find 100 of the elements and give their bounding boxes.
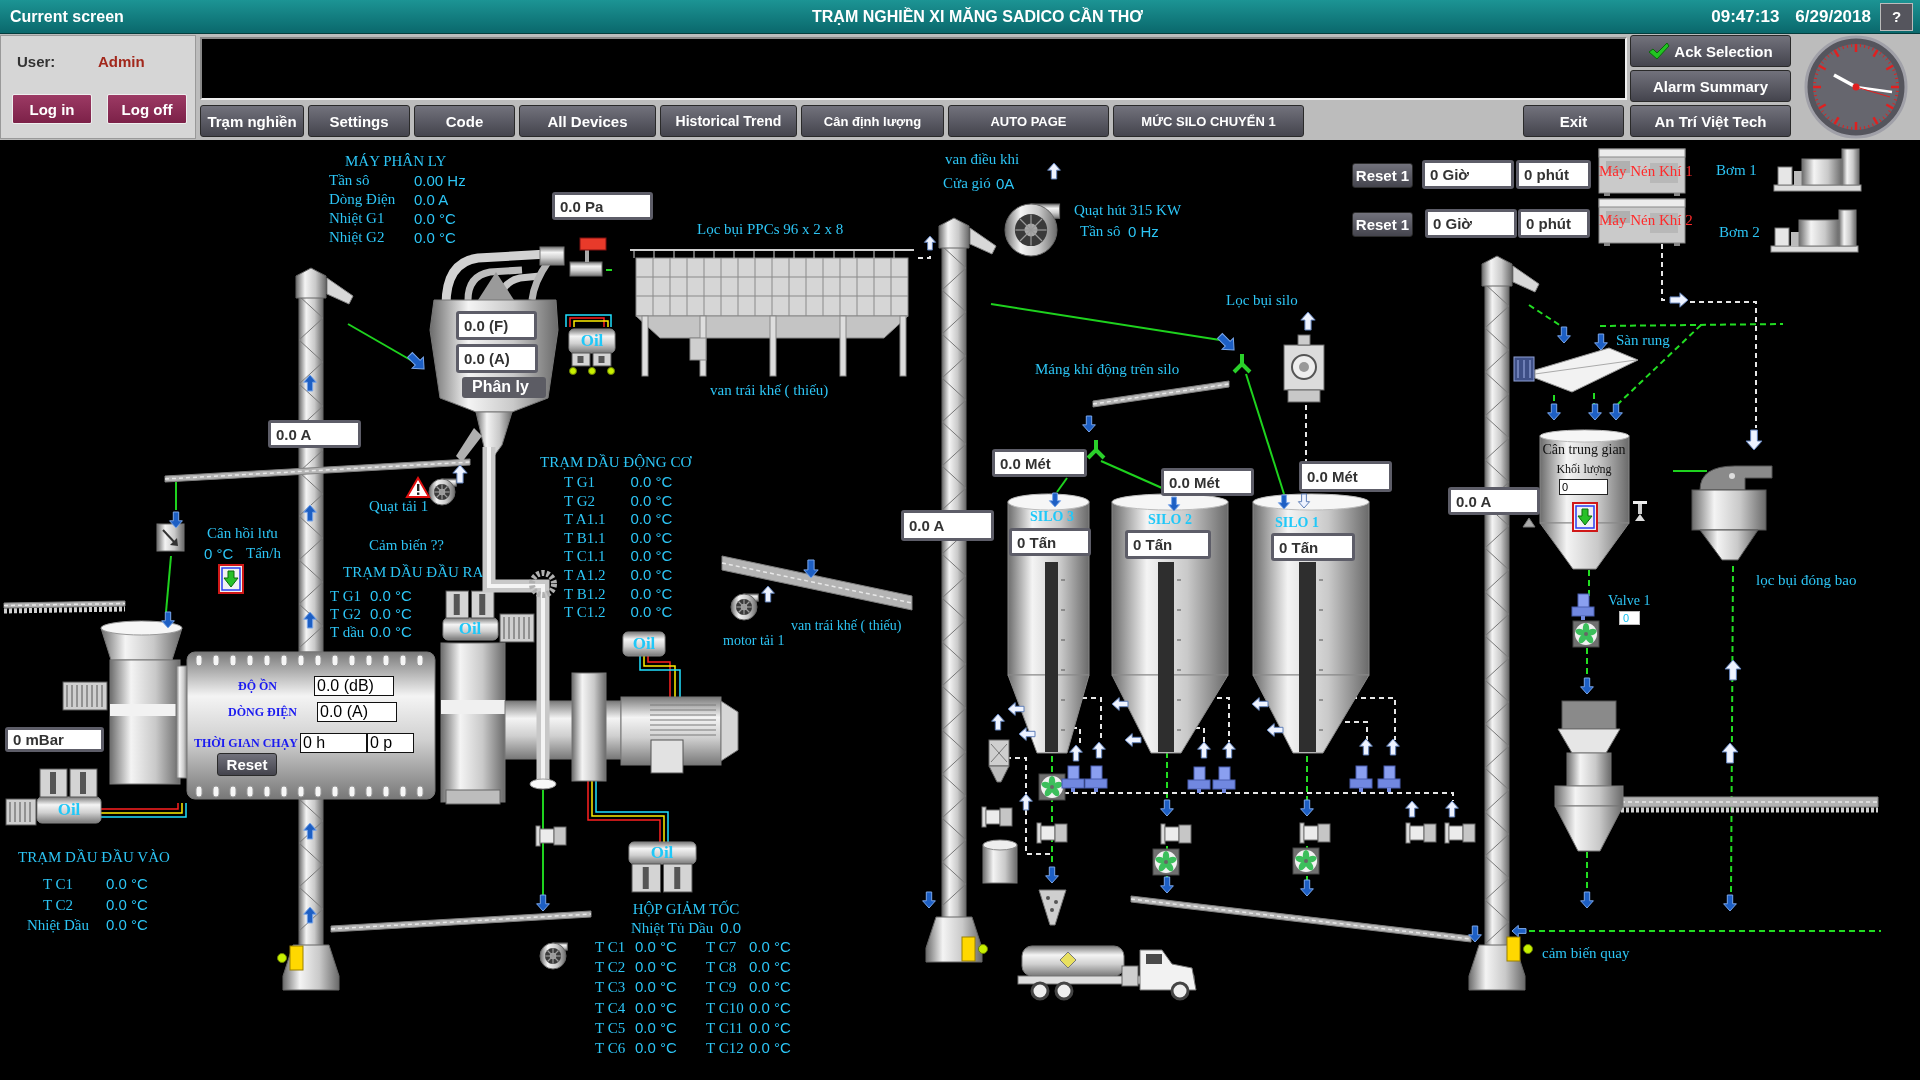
current-field: 0.0 A [268,420,361,448]
current-field: 0.0 (A) [317,702,397,722]
readout-label: T dầu [330,623,365,641]
user-name: Admin [98,52,145,70]
oil-unit [622,631,666,657]
alarm-summary-button[interactable]: Alarm Summary [1630,70,1791,102]
arrow-down-icon [1082,415,1096,433]
hours-field: 0 h [300,733,367,753]
flow-line [1056,477,1068,493]
height-field: 0.0 Mét [992,449,1087,477]
readout-value: 0.0 °C [106,915,148,935]
readout-value: 0.0 °C [635,1017,677,1038]
readout-value: 0.0 °C [630,603,673,622]
exit-button[interactable]: Exit [1523,105,1624,137]
arrow-up-icon [1069,744,1083,762]
logoff-button[interactable]: Log off [107,94,187,124]
readout-label: T G1 [330,587,361,605]
equipment-label: van trái khế ( thiếu) [710,382,829,400]
nav-button[interactable]: AUTO PAGE [948,105,1109,137]
arrow-left-icon [1018,727,1036,741]
readout-value: 0.0 °C [630,510,673,529]
arrow-up-icon [1019,793,1033,811]
fan-icon [1152,848,1180,876]
readout-label: Nhiệt Dầu [26,916,90,935]
equipment-label: Cảm biến ?? [369,537,444,555]
oil-label: Oil [57,800,81,820]
arrow-down-icon [1594,333,1608,351]
equipment-label: van trái khế ( thiếu) [791,617,902,635]
company-button[interactable]: An Trí Việt Tech [1630,105,1791,137]
arrow-down-icon [1167,496,1181,512]
fan-icon [1572,620,1600,648]
tank [982,839,1018,884]
compressor-label: Máy Nén Khí 2 [1599,212,1693,230]
ack-button[interactable]: Ack Selection [1630,35,1791,67]
arrow-down-icon [1160,876,1174,894]
nav-button[interactable]: Cân định lượng [801,105,944,137]
flow-line [1306,755,1308,801]
current-field: 0.0 A [1448,487,1540,515]
readout-label: T C6 [595,1039,626,1058]
readout-label: T C3 [595,978,626,998]
diverter-icon [156,523,185,552]
reset-button[interactable]: Reset [217,753,277,776]
readout-label: Dòng Điện [329,190,396,209]
nav-button[interactable]: Settings [308,105,410,137]
unit-label: Tấn/h [246,545,281,563]
current-field: 0.0 (A) [456,344,538,373]
help-button[interactable]: ? [1880,2,1913,31]
minutes-field: 0 phút [1518,209,1590,238]
separator-label: Phân ly [472,378,529,396]
scale-label: Cân hồi lưu [207,525,278,543]
readout-value: 0 °C [204,545,234,563]
readout-value: 0.0 °C [630,491,673,511]
readout-label: T C1.2 [564,603,606,622]
dust-collector [1283,334,1325,403]
splitter-icon [1086,438,1106,460]
arrow-down-icon [1547,403,1561,421]
valve-icon [1036,822,1068,844]
nav-button[interactable]: MỨC SILO CHUYỂN 1 [1113,105,1304,137]
arrow-up-icon [303,504,317,522]
nav-button[interactable]: Historical Trend [660,105,797,137]
equipment-label: Sàn rung [1616,332,1670,350]
readout-label: Tần sô [1080,223,1121,241]
readout-label: DÒNG ĐIỆN [228,704,297,720]
weight-field: 0 Tấn [1009,528,1091,556]
oil-line [639,655,681,698]
arrow-up-icon [991,713,1005,731]
panel-title: MÁY PHÂN LY [345,152,448,171]
readout-value: 0.0 °C [749,977,791,998]
arrow-down-icon [922,891,936,909]
reset-button[interactable]: Reset 1 [1352,163,1413,188]
readout-value: 0.0 °C [630,584,673,604]
arrow-down-icon [1723,894,1737,912]
valve-icon [1084,765,1108,792]
reset-button[interactable]: Reset 1 [1352,212,1413,237]
equipment-label: motor tải 1 [723,632,785,650]
readout-value: 0.0 °C [749,937,791,957]
arrow-up-icon [303,611,317,629]
nav-button[interactable]: Code [414,105,515,137]
compressor-label: Máy Nén Khí 1 [1599,163,1693,181]
download-icon [218,564,244,594]
readout-label: THỜI GIAN CHẠY [194,735,298,751]
arrow-left-icon [1266,723,1284,737]
panel-title: HỘP GIẢM TỐC [631,900,741,919]
nav-button[interactable]: Trạm nghiền [200,105,304,137]
arrow-up-icon [303,822,317,840]
readout-value: 0.0 °C [635,997,677,1018]
silo-label: SILO 3 [1030,509,1074,525]
readout-value: 0 Hz [1128,223,1159,241]
pump-label: Bơm 1 [1716,162,1757,180]
readout-label: Nhiệt G1 [329,209,385,228]
fan-icon [1292,847,1320,875]
nav-button[interactable]: All Devices [519,105,656,137]
arrow-down-icon [1557,326,1571,344]
arrow-down-icon [803,559,819,579]
flow-line [165,555,172,613]
minutes-field: 0 phút [1516,160,1591,189]
readout-value: 0.0 °C [370,605,412,623]
login-button[interactable]: Log in [12,94,92,124]
valve-icon [1444,822,1476,844]
frequency-field: 0.0 (F) [456,311,537,340]
